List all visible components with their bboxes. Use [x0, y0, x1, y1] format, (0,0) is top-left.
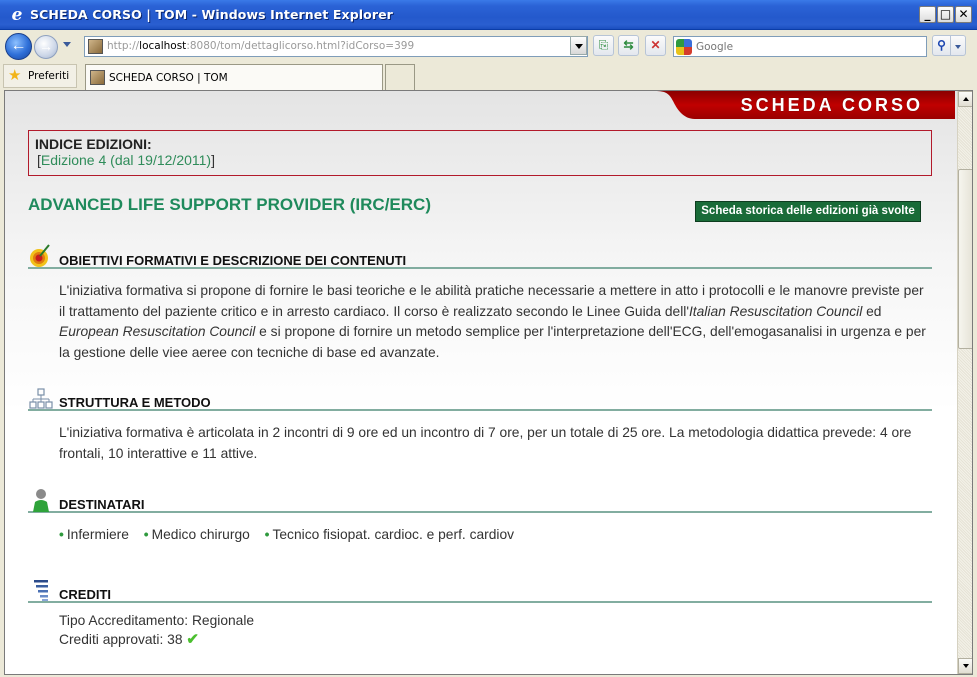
- section-struttura: STRUTTURA E METODO L'iniziativa formativ…: [28, 385, 932, 464]
- maximize-button[interactable]: □: [937, 6, 954, 23]
- page-header-ribbon: SCHEDA CORSO: [655, 91, 955, 119]
- accreditation-value: Regionale: [191, 613, 255, 628]
- site-favicon-icon: [88, 39, 103, 54]
- star-icon: ★: [8, 67, 22, 84]
- section-header: STRUTTURA E METODO: [28, 385, 932, 411]
- section-body: Tipo Accreditamento: Regionale Crediti a…: [28, 603, 932, 649]
- italic-irc: Italian Resuscitation Council: [688, 303, 863, 319]
- accreditation-label: Tipo Accreditamento:: [59, 613, 189, 628]
- forward-button[interactable]: →: [34, 35, 58, 59]
- browser-window: e SCHEDA CORSO | TOM - Windows Internet …: [0, 0, 977, 677]
- history-editions-button[interactable]: Scheda storica delle edizioni già svolte: [695, 201, 921, 222]
- accreditation-type: Tipo Accreditamento: Regionale: [59, 612, 932, 631]
- edition-index-heading: INDICE EDIZIONI:: [35, 136, 152, 152]
- section-header: DESTINATARI: [28, 487, 932, 513]
- search-box[interactable]: [673, 36, 927, 57]
- section-body: L'iniziativa formativa è articolata in 2…: [59, 425, 912, 461]
- section-title: DESTINATARI: [59, 497, 145, 512]
- search-options-dropdown[interactable]: [951, 35, 966, 56]
- scroll-thumb[interactable]: [958, 169, 972, 349]
- new-tab-button[interactable]: [385, 64, 415, 90]
- compatibility-view-button[interactable]: ⎘: [593, 35, 614, 56]
- navigation-bar: ← → http://localhost:8080/tom/dettaglico…: [0, 30, 977, 62]
- tab-scheda-corso[interactable]: SCHEDA CORSO | TOM: [85, 64, 383, 90]
- compatibility-icon: ⎘: [598, 38, 609, 52]
- credits-value: 38: [167, 631, 183, 647]
- minimize-button[interactable]: _: [919, 6, 936, 23]
- refresh-icon: ⇆: [623, 38, 634, 52]
- section-title: STRUTTURA E METODO: [59, 395, 211, 410]
- course-title: ADVANCED LIFE SUPPORT PROVIDER (IRC/ERC): [28, 195, 431, 214]
- url-host: localhost: [139, 40, 187, 52]
- search-icon: ⚲: [937, 38, 946, 52]
- favorites-label: Preferiti: [28, 70, 70, 82]
- stop-icon: ✕: [650, 38, 661, 52]
- italic-erc: European Resuscitation Council: [59, 324, 256, 339]
- bullet-icon: •: [143, 527, 149, 542]
- section-crediti: CREDITI Tipo Accreditamento: Regionale C…: [28, 577, 932, 649]
- title-bar: e SCHEDA CORSO | TOM - Windows Internet …: [0, 0, 977, 30]
- tab-label: SCHEDA CORSO | TOM: [109, 72, 228, 84]
- hierarchy-icon: [29, 388, 53, 409]
- edition-4-link[interactable]: Edizione 4 (dal 19/12/2011): [41, 152, 211, 168]
- target-audience: Medico chirurgo: [151, 527, 250, 542]
- section-body: • Infermiere • Medico chirurgo • Tecnico fi…: [28, 513, 932, 546]
- credits-label: Crediti approvati:: [59, 631, 164, 647]
- vertical-scrollbar[interactable]: [957, 91, 972, 674]
- bullet-icon: •: [59, 527, 64, 542]
- section-obiettivi: OBIETTIVI FORMATIVI E DESCRIZIONE DEI CO…: [28, 243, 932, 363]
- bullet-icon: •: [264, 527, 270, 542]
- page-ribbon-title: SCHEDA CORSO: [740, 95, 923, 115]
- list-item: • Tecnico fisiopat. cardioc. e perf. card…: [265, 527, 514, 542]
- bracket-close: ]: [211, 152, 215, 168]
- section-header: OBIETTIVI FORMATIVI E DESCRIZIONE DEI CO…: [28, 243, 932, 269]
- address-url[interactable]: http://localhost:8080/tom/dettaglicorso.…: [107, 40, 414, 52]
- page-viewport: SCHEDA CORSO INDICE EDIZIONI: [Edizione …: [4, 90, 973, 675]
- search-button[interactable]: ⚲: [932, 35, 951, 56]
- address-dropdown-button[interactable]: [570, 36, 587, 55]
- target-audience: Tecnico fisiopat. cardioc. e perf. cardi…: [272, 527, 515, 542]
- scroll-down-button[interactable]: [958, 658, 972, 674]
- forward-arrow-icon: →: [39, 38, 53, 54]
- ie-logo-icon: e: [11, 5, 23, 25]
- target-audience: Infermiere: [66, 527, 129, 542]
- list-item: • Medico chirurgo: [144, 527, 250, 542]
- scroll-up-button[interactable]: [958, 91, 972, 107]
- checkmark-icon: ✔: [186, 630, 199, 648]
- window-title: SCHEDA CORSO | TOM - Windows Internet Ex…: [30, 7, 393, 22]
- section-title: CREDITI: [59, 587, 111, 602]
- section-title: OBIETTIVI FORMATIVI E DESCRIZIONE DEI CO…: [59, 253, 407, 268]
- approved-credits: Crediti approvati: 38 ✔: [59, 631, 932, 650]
- address-bar[interactable]: http://localhost:8080/tom/dettaglicorso.…: [84, 36, 588, 57]
- refresh-button[interactable]: ⇆: [618, 35, 639, 56]
- google-logo-icon: [676, 39, 692, 55]
- person-icon: [33, 489, 49, 512]
- back-button[interactable]: ←: [5, 33, 32, 60]
- edition-list: [Edizione 4 (dal 19/12/2011)]: [37, 152, 215, 168]
- section-body: L'iniziativa formativa si propone di for…: [28, 269, 932, 363]
- credits-stack-icon: [34, 580, 48, 601]
- description-text: ed: [862, 303, 882, 319]
- favorites-button[interactable]: ★ Preferiti: [3, 64, 77, 88]
- section-destinatari: DESTINATARI • Infermiere • Medico chirurgo…: [28, 487, 932, 546]
- search-input[interactable]: [696, 39, 924, 54]
- edition-index-box: INDICE EDIZIONI: [Edizione 4 (dal 19/12/…: [28, 130, 932, 176]
- target-dart-icon: [30, 244, 50, 267]
- tab-favicon-icon: [90, 70, 105, 85]
- section-header: CREDITI: [28, 577, 932, 603]
- url-path: :8080/tom/dettaglicorso.html?idCorso=399: [186, 40, 415, 52]
- recent-pages-dropdown[interactable]: [63, 42, 71, 47]
- stop-button[interactable]: ✕: [645, 35, 666, 56]
- favorites-bar: ★ Preferiti SCHEDA CORSO | TOM: [0, 62, 977, 90]
- list-item: • Infermiere: [59, 527, 129, 542]
- back-arrow-icon: ←: [10, 37, 27, 54]
- close-window-button[interactable]: ✕: [955, 6, 972, 23]
- url-scheme: http://: [107, 40, 140, 52]
